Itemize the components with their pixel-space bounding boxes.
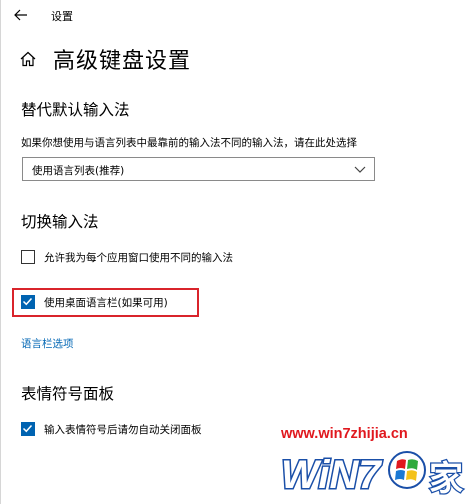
section-title-switch-input: 切换输入法 — [21, 213, 99, 231]
settings-window: 设置 高级键盘设置 替代默认输入法 如果你想使用与语言列表中最靠前的输入法不同的… — [0, 0, 476, 504]
page-header: 高级键盘设置 — [19, 44, 191, 74]
per-app-input-checkbox[interactable] — [21, 250, 35, 264]
page-title: 高级键盘设置 — [53, 49, 192, 74]
emoji-auto-close-checkbox[interactable] — [21, 422, 35, 436]
per-app-input-label: 允许我为每个应用窗口使用不同的输入法 — [44, 251, 233, 264]
per-app-input-row[interactable]: 允许我为每个应用窗口使用不同的输入法 — [21, 248, 233, 266]
watermark-logo-text-right: 家 — [429, 459, 463, 498]
checkmark-icon — [22, 424, 33, 433]
watermark-logo-text-left: WiN7 — [281, 453, 382, 497]
watermark-url: www.win7zhijia.cn — [281, 426, 408, 442]
site-watermark: www.win7zhijia.cn WiN7 家 — [277, 424, 473, 502]
language-bar-row[interactable]: 使用桌面语言栏(如果可用) — [21, 293, 168, 311]
default-input-description: 如果你想使用与语言列表中最靠前的输入法不同的输入法，请在此处选择 — [21, 137, 357, 149]
language-bar-options-link[interactable]: 语言栏选项 — [21, 336, 74, 351]
back-button[interactable] — [11, 6, 31, 24]
title-bar: 设置 — [1, 0, 476, 30]
dropdown-selected-value: 使用语言列表(推荐) — [32, 165, 125, 177]
chevron-down-icon — [354, 166, 366, 173]
section-title-default-input: 替代默认输入法 — [21, 101, 130, 119]
checkmark-icon — [22, 297, 33, 306]
back-arrow-icon — [14, 9, 27, 21]
default-input-dropdown[interactable]: 使用语言列表(推荐) — [22, 157, 375, 181]
window-title: 设置 — [51, 10, 73, 23]
win7-logo-icon: WiN7 家 — [280, 451, 464, 498]
language-bar-label: 使用桌面语言栏(如果可用) — [44, 296, 168, 309]
emoji-auto-close-label: 输入表情符号后请勿自动关闭面板 — [44, 423, 202, 436]
emoji-auto-close-row[interactable]: 输入表情符号后请勿自动关闭面板 — [21, 420, 202, 438]
section-title-emoji: 表情符号面板 — [21, 385, 115, 403]
language-bar-checkbox[interactable] — [21, 295, 35, 309]
home-icon[interactable] — [19, 50, 37, 68]
